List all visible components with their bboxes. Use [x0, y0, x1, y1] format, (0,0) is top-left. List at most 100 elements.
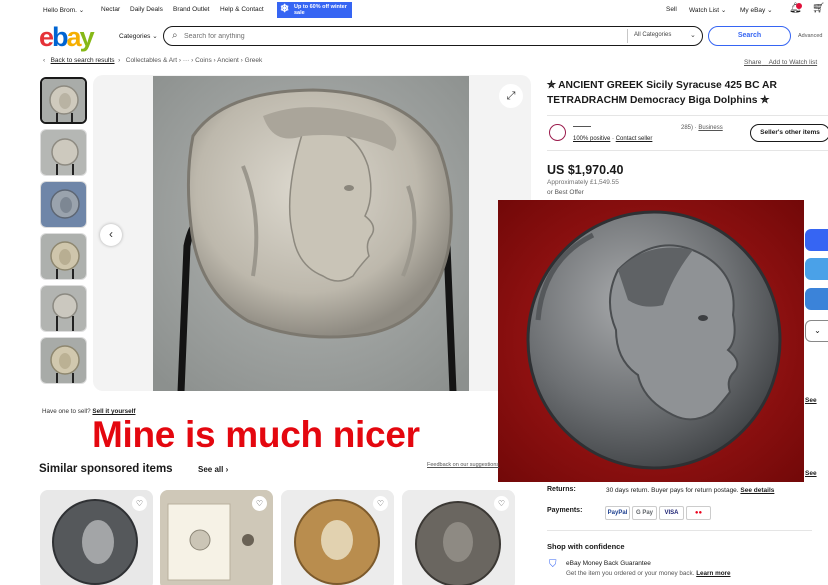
search-icon: ⌕ — [172, 30, 178, 41]
chevron-left-icon: ‹ — [109, 227, 113, 241]
see-details-link[interactable]: See — [805, 397, 817, 404]
search-bar: ⌕ All Categories ⌄ — [163, 26, 703, 46]
advanced-search-link[interactable]: Advanced — [798, 33, 822, 39]
money-back-guarantee-text: Get the item you ordered or your money b… — [566, 570, 731, 577]
logo-letter: y — [79, 22, 95, 52]
back-to-results-link[interactable]: Back to search results — [51, 57, 115, 64]
watch-list-menu[interactable]: Watch List ⌄ — [689, 6, 726, 14]
categories-menu[interactable]: Categories ⌄ — [119, 32, 158, 40]
similar-items-heading: Similar sponsored items — [39, 463, 173, 475]
divider — [547, 530, 812, 531]
coin-thumbnail — [41, 182, 86, 227]
chevron-down-icon: ⌄ — [814, 326, 821, 335]
divider — [547, 150, 828, 151]
coin-thumbnail — [41, 338, 86, 383]
ebay-logo[interactable]: ebay — [39, 22, 95, 52]
returns-label: Returns: — [547, 486, 576, 493]
learn-more-link[interactable]: Learn more — [696, 570, 730, 577]
logo-letter: e — [39, 22, 54, 52]
similar-item-card[interactable]: ♡ — [160, 490, 273, 585]
overlay-coin-photo — [498, 200, 804, 482]
daily-deals-link[interactable]: Daily Deals — [130, 6, 163, 13]
feedback-suggestions-link[interactable]: Feedback on our suggestions — [427, 462, 499, 468]
thumbnail-5[interactable] — [40, 285, 87, 332]
google-pay-badge: G Pay — [632, 506, 657, 520]
chevron-down-icon: ⌄ — [78, 7, 85, 14]
previous-image-button[interactable]: ‹ — [100, 224, 122, 246]
help-contact-link[interactable]: Help & Contact — [220, 6, 264, 13]
seller-feedback-count: 285) · Business — [681, 125, 723, 131]
item-price: US $1,970.40 — [547, 163, 624, 177]
promo-text: Up to 60% off winter sale — [294, 4, 347, 16]
payments-label: Payments: — [547, 507, 583, 514]
returns-text: 30 days return. Buyer pays for return po… — [606, 487, 739, 494]
approx-price: Approximately £1,549.55 — [547, 179, 619, 186]
greeting-text: Hello Brom. — [43, 7, 77, 14]
returns-info: 30 days return. Buyer pays for return po… — [606, 487, 774, 494]
coin-image — [498, 200, 804, 482]
greeting-menu[interactable]: Hello Brom. ⌄ — [43, 6, 84, 14]
thumbnail-2[interactable] — [40, 129, 87, 176]
nectar-link[interactable]: Nectar — [101, 6, 120, 13]
chevron-down-icon: ⌄ — [690, 32, 696, 39]
sell-question: Have one to sell? — [42, 408, 91, 415]
thumbnail-4[interactable] — [40, 233, 87, 280]
expand-icon: ⤢ — [506, 90, 516, 102]
brand-outlet-link[interactable]: Brand Outlet — [173, 6, 210, 13]
cart-icon[interactable]: 🛒︎ — [812, 4, 825, 14]
my-ebay-menu[interactable]: My eBay ⌄ — [740, 6, 773, 14]
heart-icon[interactable]: ♡ — [373, 496, 388, 511]
winter-sale-promo[interactable]: ❄ Up to 60% off winter sale — [277, 2, 352, 18]
similar-item-card[interactable]: ♡ — [402, 490, 515, 585]
money-back-guarantee-title: eBay Money Back Guarantee — [566, 560, 651, 567]
buy-it-now-button[interactable] — [805, 229, 828, 251]
returns-see-details-link[interactable]: See details — [740, 487, 774, 494]
best-offer-text: or Best Offer — [547, 189, 584, 196]
shop-with-confidence-heading: Shop with confidence — [547, 542, 625, 551]
search-button[interactable]: Search — [708, 26, 791, 46]
chevron-down-icon: ⌄ — [767, 7, 773, 14]
thumbnail-3[interactable] — [40, 181, 87, 228]
seller-avatar[interactable] — [549, 124, 566, 141]
visa-badge: VISA — [659, 506, 684, 520]
see-all-link[interactable]: See all › — [198, 465, 228, 474]
search-divider — [627, 29, 628, 43]
watch-list-text: Watch List — [689, 7, 720, 14]
main-coin-photo[interactable] — [153, 76, 469, 391]
similar-item-card[interactable]: ♡ — [40, 490, 153, 585]
quantity-select[interactable]: ⌄ — [805, 320, 828, 342]
heart-icon[interactable]: ♡ — [132, 496, 147, 511]
logo-letter: b — [52, 22, 68, 52]
heart-icon[interactable]: ♡ — [494, 496, 509, 511]
similar-item-card[interactable]: ♡ — [281, 490, 394, 585]
coin-thumbnail — [41, 286, 86, 331]
positive-feedback-link[interactable]: 100% positive — [573, 136, 610, 142]
chevron-down-icon: ⌄ — [720, 7, 727, 14]
my-ebay-text: My eBay — [740, 7, 766, 14]
listing-title: ✯ ANCIENT GREEK Sicily Syracuse 425 BC A… — [547, 80, 777, 106]
chevron-down-icon: ⌄ — [152, 33, 158, 40]
contact-seller-link[interactable]: Contact seller — [616, 136, 653, 142]
all-categories-select[interactable]: All Categories — [634, 32, 671, 38]
see-all-text: See all — [198, 465, 224, 474]
guarantee-description: Get the item you ordered or your money b… — [566, 570, 695, 577]
add-to-watch-list-link[interactable]: Add to Watch list — [769, 59, 818, 66]
sell-link[interactable]: Sell — [666, 6, 677, 13]
sellers-other-items-button[interactable]: Seller's other items — [750, 124, 828, 142]
search-input[interactable] — [184, 30, 604, 42]
see-details-link[interactable]: See — [805, 470, 817, 477]
top-utility-bar: Hello Brom. ⌄ Nectar Daily Deals Brand O… — [0, 0, 828, 20]
heart-icon[interactable]: ♡ — [252, 496, 267, 511]
thumbnail-1[interactable] — [40, 77, 87, 124]
business-seller-link[interactable]: Business — [698, 125, 722, 131]
breadcrumb-path[interactable]: Collectables & Art › ··· › Coins › Ancie… — [126, 57, 263, 64]
share-link[interactable]: Share — [744, 59, 761, 66]
chevron-left-icon: ‹ — [43, 57, 46, 64]
make-offer-button[interactable] — [805, 288, 828, 310]
categories-text: Categories — [119, 33, 151, 40]
snowflake-icon: ❄ — [280, 3, 290, 15]
add-to-basket-button[interactable] — [805, 258, 828, 280]
expand-image-button[interactable]: ⤢ — [499, 84, 523, 108]
thumbnail-6[interactable] — [40, 337, 87, 384]
coin-image — [153, 76, 469, 391]
